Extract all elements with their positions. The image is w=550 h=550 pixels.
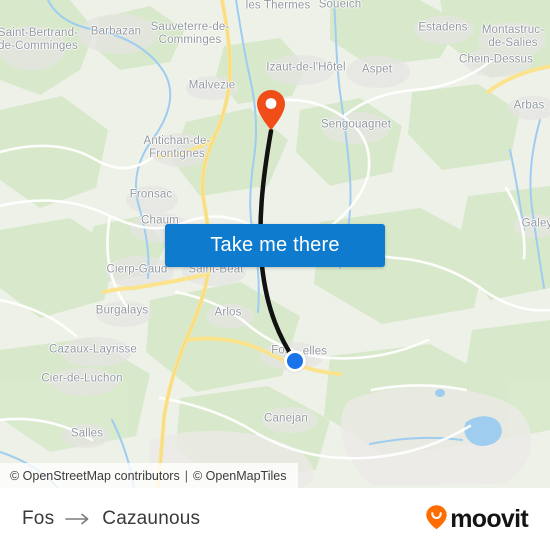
moovit-wordmark: moovit: [450, 504, 528, 533]
arrow-right-icon: [65, 513, 91, 525]
map-attribution: © OpenStreetMap contributors | © OpenMap…: [0, 463, 299, 488]
map-screen: Saint-Bertrand- de-Comminges Barbazan Sauv…: [0, 0, 550, 550]
take-me-there-button[interactable]: Take me there: [165, 224, 385, 267]
map-viewport[interactable]: Saint-Bertrand- de-Comminges Barbazan Sauv…: [0, 0, 550, 488]
attribution-separator: |: [184, 468, 188, 483]
attribution-maptiles[interactable]: © OpenMapTiles: [193, 469, 287, 483]
route-origin-label: Fos: [22, 508, 55, 529]
footer-bar: Fos Cazaunous moovit: [0, 488, 550, 550]
moovit-pin-icon: [425, 504, 448, 535]
moovit-logo[interactable]: moovit: [425, 504, 529, 535]
route-destination-label: Cazaunous: [102, 508, 201, 529]
route-summary: Fos Cazaunous: [22, 508, 200, 530]
attribution-osm[interactable]: © OpenStreetMap contributors: [10, 469, 180, 483]
